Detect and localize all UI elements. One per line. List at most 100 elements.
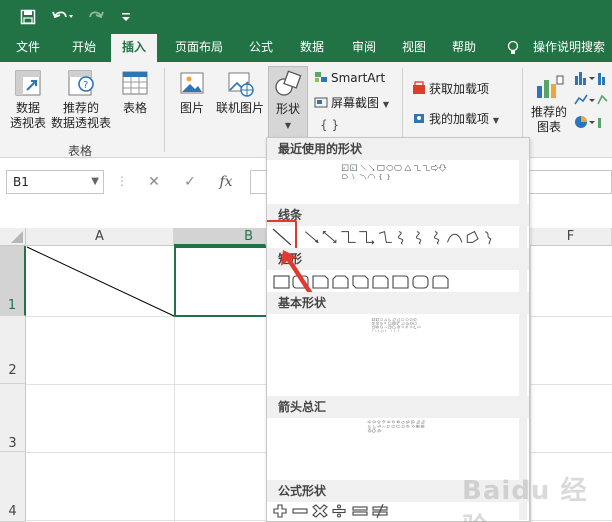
lines-row[interactable] [273,228,523,246]
pivot-table-button[interactable]: 数据 透视表 [6,68,50,131]
svg-text:7: 7 [411,319,412,321]
select-all-corner[interactable] [0,228,26,246]
my-addins-button[interactable]: 我的加载项 ▼ [412,110,499,127]
get-addins-button[interactable]: 获取加载项 [412,80,489,97]
table-button[interactable]: 表格 [116,68,154,116]
tab-page-layout[interactable]: 页面布局 [166,34,232,62]
column-header-a[interactable]: A [26,228,174,246]
screenshot-icon [314,97,328,108]
section-basic-shapes: 基本形状 [267,292,529,314]
tab-formulas[interactable]: 公式 [240,34,282,62]
shapes-label: 形状 [275,102,300,116]
smartart-icon [315,72,327,82]
watermark: Baidu 经验 [462,476,588,522]
tell-me-search[interactable]: 操作说明搜索 [526,34,612,62]
row-header-1[interactable]: 1 [0,246,26,316]
svg-text:12: 12 [377,323,379,325]
quick-access-toolbar [0,0,612,34]
recommended-pivot-button[interactable]: ? 推荐的 数据透视表 [50,68,112,131]
store-icon [413,81,425,94]
pivot-table-label-1: 数据 [15,101,40,115]
group-separator [164,68,165,152]
pictures-label: 图片 [179,101,204,115]
undo-icon[interactable] [50,7,76,27]
row-header-3[interactable]: 3 [0,384,26,452]
online-pictures-label: 联机图片 [215,101,264,115]
shapes-icon [275,70,302,96]
recommended-pivot-label-1: 推荐的 [62,101,99,115]
redo-icon[interactable] [86,7,112,27]
svg-text:8: 8 [414,319,415,321]
tab-insert[interactable]: 插入 [111,34,157,62]
column-chart-icon [575,72,605,85]
row-header-4[interactable]: 4 [0,452,26,522]
curly-brace-icon: { } [320,118,340,132]
pie-chart-icon [575,116,601,128]
svg-text:{: { [379,175,383,181]
enter-check-icon[interactable]: ✓ [178,170,202,194]
svg-text:}: } [382,329,384,333]
pie-chart-button[interactable] [574,114,610,133]
svg-text:{: { [394,330,396,333]
svg-text:?: ? [83,80,88,91]
screenshot-button[interactable]: 屏幕截图 ▼ [314,94,389,111]
tab-help[interactable]: 帮助 [442,34,486,62]
pivot-table-label-2: 透视表 [9,116,46,130]
recommended-pivot-icon: ? [68,70,94,96]
tab-home[interactable]: 开始 [58,34,110,62]
diagonal-line-shape[interactable] [26,246,176,318]
recommended-charts-icon [537,75,564,98]
tab-review[interactable]: 审阅 [342,34,386,62]
picture-icon [180,72,204,94]
svg-text:10: 10 [372,323,374,325]
column-header-b[interactable]: B [174,228,266,246]
ribbon-tabs: 文件 开始 插入 页面布局 公式 数据 审阅 视图 帮助 操作说明搜索 [0,34,612,62]
section-recent-shapes: 最近使用的形状 [267,138,529,160]
recommended-pivot-label-2: 数据透视表 [50,116,111,130]
shapes-dropdown-arrow-icon: ▼ [284,121,292,130]
table-icon [122,71,148,95]
customize-toolbar-icon[interactable] [116,7,136,27]
line-chart-button[interactable] [574,92,610,111]
tab-view[interactable]: 视图 [392,34,436,62]
cancel-icon[interactable]: ✕ [142,170,166,194]
online-picture-icon [228,72,254,97]
tables-group-label: 表格 [68,144,93,158]
column-chart-button[interactable] [574,70,610,89]
screenshot-label: 屏幕截图 [331,96,380,110]
svg-text:A: A [376,318,377,321]
smartart-label: SmartArt [331,71,386,85]
svg-text:}: } [387,175,391,181]
tab-data[interactable]: 数据 [290,34,334,62]
pivot-table-icon [15,70,41,96]
line-chart-icon [574,94,608,105]
column-header-f[interactable]: F [530,228,612,246]
insert-function-icon[interactable]: fx [214,170,238,194]
name-box-dropdown-icon[interactable]: ▼ [91,171,99,193]
addin-icon [414,114,424,123]
gallery-scrollbar[interactable] [519,160,527,520]
recommended-charts-label-1: 推荐的 [530,105,567,119]
recommended-charts-button[interactable]: 推荐的 图表 [528,72,570,135]
my-addins-label: 我的加载项 [429,112,490,126]
smartart-button[interactable]: SmartArt [314,70,385,85]
recommended-charts-label-2: 图表 [536,120,561,134]
table-label: 表格 [122,101,147,115]
shapes-button[interactable]: 形状 ▼ [268,66,308,138]
name-box-value: B1 [13,175,29,189]
pictures-button[interactable]: 图片 [172,68,212,116]
row-header-2[interactable]: 2 [0,316,26,384]
online-pictures-button[interactable]: 联机图片 [212,68,268,116]
formula-bar-grip-icon: ⋮ [116,174,128,188]
my-addins-dropdown-icon: ▼ [492,116,499,125]
selected-cell-b1[interactable] [174,246,270,317]
svg-text:}: } [398,330,400,333]
basic-shapes-grid[interactable]: A A 7 8 10 12 {} {} [273,318,523,336]
more-illustrations-button[interactable]: { } [320,118,339,132]
name-box[interactable]: B1 ▼ [6,170,104,194]
save-icon[interactable] [18,7,38,27]
block-arrows-grid[interactable] [273,420,523,438]
tab-file[interactable]: 文件 [4,34,52,62]
section-block-arrows: 箭头总汇 [267,396,529,418]
recent-shapes-row[interactable]: A A {} [273,164,523,182]
